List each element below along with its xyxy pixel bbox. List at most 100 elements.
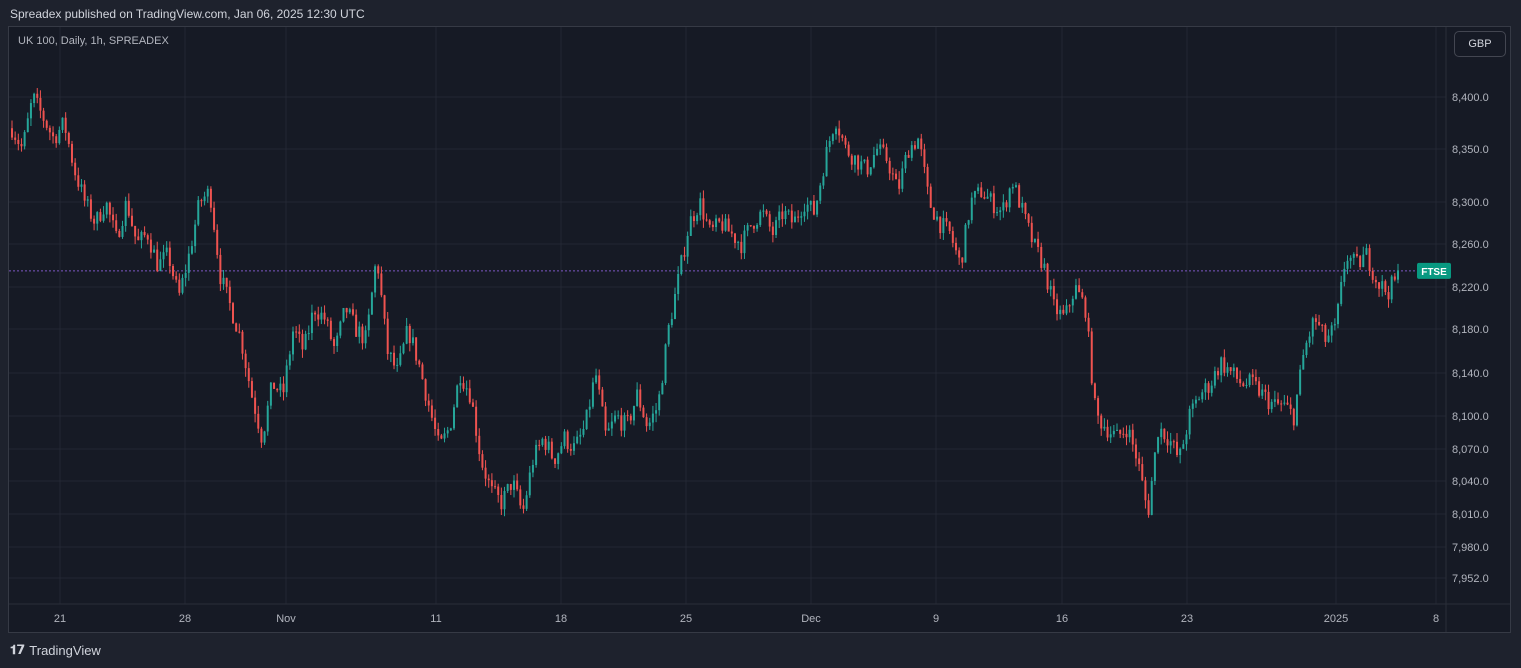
candle-body [598, 375, 601, 390]
candle-body [544, 438, 547, 450]
candle-body [1027, 214, 1030, 223]
candle-body [348, 309, 351, 313]
candle-body [380, 273, 383, 296]
candle-body [456, 385, 459, 408]
candle-body [560, 446, 563, 454]
y-tick-label: 8,260.0 [1452, 239, 1489, 251]
candle-body [1179, 448, 1182, 456]
candle-body [522, 505, 525, 509]
candle-body [806, 204, 809, 212]
candle-body [408, 325, 411, 344]
candle-body [945, 218, 948, 222]
candle-body [112, 214, 115, 221]
candle-body [421, 364, 424, 380]
candle-body [478, 435, 481, 455]
candle-body [1188, 408, 1191, 435]
candle-body [1346, 260, 1349, 269]
candle-body [1116, 429, 1119, 431]
candle-body [1337, 303, 1340, 325]
currency-button[interactable]: GBP [1454, 31, 1506, 57]
symbol-legend[interactable]: UK 100, Daily, 1h, SPREADEX [18, 35, 169, 47]
time-axis: 21 28 Nov 11 18 25 Dec 9 16 23 2025 8 [54, 613, 1439, 625]
y-tick-label: 8,350.0 [1452, 144, 1489, 156]
candle-body [430, 405, 433, 418]
candle-body [339, 321, 342, 336]
candle-body [257, 413, 260, 429]
candle-body [1295, 394, 1298, 426]
candle-body [1049, 286, 1052, 290]
candle-body [519, 489, 522, 506]
candle-body [494, 486, 497, 488]
candle-body [645, 417, 648, 427]
candle-body [140, 232, 143, 241]
candle-body [506, 484, 509, 491]
candle-body [1040, 246, 1043, 268]
candle-body [1239, 378, 1242, 384]
candle-body [557, 453, 560, 464]
x-tick-label: 28 [179, 613, 191, 625]
candle-body [345, 307, 348, 313]
candle-body [17, 139, 20, 144]
x-tick-label: 11 [430, 613, 441, 625]
candle-body [250, 381, 253, 398]
candle-body [917, 138, 920, 149]
candle-body [115, 220, 118, 231]
candle-body [964, 224, 967, 263]
candle-body [1163, 428, 1166, 440]
candle-body [1062, 309, 1065, 314]
candle-body [307, 333, 310, 335]
candle-body [793, 216, 796, 223]
candle-body [1264, 389, 1267, 392]
candle-body [550, 441, 553, 459]
candle-body [664, 344, 667, 384]
candle-body [531, 464, 534, 473]
candle-body [1065, 305, 1068, 314]
candle-body [901, 168, 904, 189]
candle-body [11, 128, 13, 138]
candle-body [715, 218, 718, 228]
candle-body [1371, 271, 1374, 280]
candle-body [1213, 371, 1216, 386]
candle-body [923, 149, 926, 167]
candle-body [718, 218, 721, 222]
candle-body [58, 129, 61, 144]
candle-body [74, 162, 77, 176]
candle-body [393, 352, 396, 366]
candle-body [1122, 433, 1125, 435]
candle-body [1374, 279, 1377, 283]
candle-body [1387, 292, 1390, 300]
candle-body [535, 444, 538, 465]
candle-body [172, 265, 175, 277]
x-tick-label: 16 [1056, 613, 1068, 625]
candle-body [411, 337, 414, 344]
candle-body [869, 167, 872, 175]
candle-body [1166, 439, 1169, 446]
candle-body [497, 486, 500, 496]
footer-brand[interactable]: TradingView [29, 643, 101, 658]
candle-body [1362, 254, 1365, 268]
candle-body [983, 197, 986, 199]
candle-body [822, 176, 825, 186]
candle-body [1242, 383, 1245, 387]
candles [11, 88, 1399, 518]
candle-body [26, 118, 29, 133]
candle-body [831, 134, 834, 142]
candle-body [620, 415, 623, 431]
candle-body [238, 331, 241, 333]
y-tick-label: 8,180.0 [1452, 324, 1489, 336]
candle-body [269, 382, 272, 406]
candle-body [358, 326, 361, 337]
y-tick-label: 8,140.0 [1452, 368, 1489, 380]
candle-body [453, 407, 456, 429]
candle-body [389, 352, 392, 354]
candle-body [156, 249, 159, 271]
candle-body [377, 266, 380, 274]
candle-body [291, 331, 294, 355]
candle-body [484, 467, 487, 479]
candle-body [1084, 297, 1087, 318]
y-tick-label: 7,952.0 [1452, 573, 1489, 585]
price-chart[interactable]: 8,400.0 8,350.0 8,300.0 8,260.0 8,220.0 8,180… [0, 0, 1521, 668]
candle-body [1030, 222, 1033, 243]
candle-body [295, 331, 298, 333]
y-tick-label: 8,040.0 [1452, 476, 1489, 488]
